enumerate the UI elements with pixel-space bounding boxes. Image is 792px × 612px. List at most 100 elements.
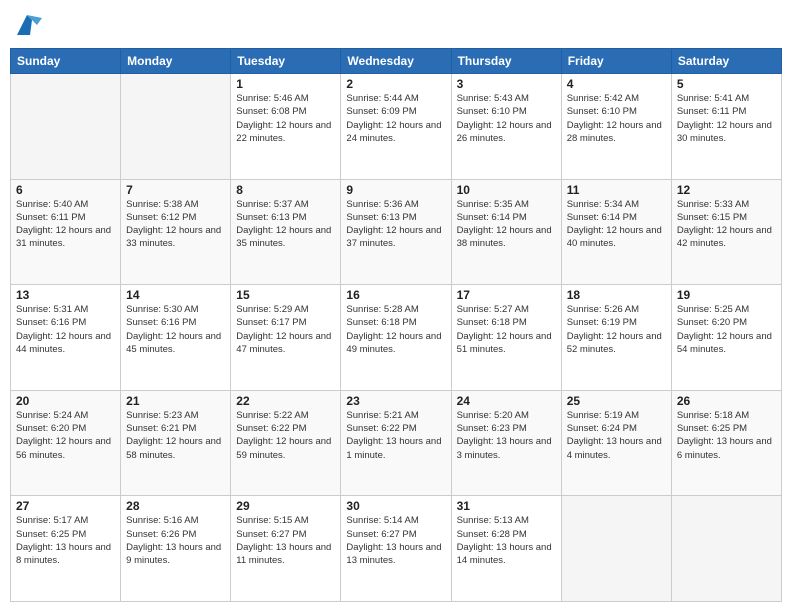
calendar-cell: 16Sunrise: 5:28 AM Sunset: 6:18 PM Dayli… — [341, 285, 451, 391]
calendar-cell: 17Sunrise: 5:27 AM Sunset: 6:18 PM Dayli… — [451, 285, 561, 391]
day-info: Sunrise: 5:27 AM Sunset: 6:18 PM Dayligh… — [457, 303, 556, 356]
calendar-row: 20Sunrise: 5:24 AM Sunset: 6:20 PM Dayli… — [11, 390, 782, 496]
calendar-cell: 5Sunrise: 5:41 AM Sunset: 6:11 PM Daylig… — [671, 74, 781, 180]
calendar-cell: 7Sunrise: 5:38 AM Sunset: 6:12 PM Daylig… — [121, 179, 231, 285]
calendar-cell — [561, 496, 671, 602]
day-info: Sunrise: 5:37 AM Sunset: 6:13 PM Dayligh… — [236, 198, 335, 251]
day-number: 9 — [346, 183, 445, 197]
day-number: 11 — [567, 183, 666, 197]
day-info: Sunrise: 5:26 AM Sunset: 6:19 PM Dayligh… — [567, 303, 666, 356]
day-number: 31 — [457, 499, 556, 513]
header — [10, 10, 782, 40]
day-number: 5 — [677, 77, 776, 91]
day-info: Sunrise: 5:35 AM Sunset: 6:14 PM Dayligh… — [457, 198, 556, 251]
day-info: Sunrise: 5:13 AM Sunset: 6:28 PM Dayligh… — [457, 514, 556, 567]
day-info: Sunrise: 5:29 AM Sunset: 6:17 PM Dayligh… — [236, 303, 335, 356]
calendar-cell: 13Sunrise: 5:31 AM Sunset: 6:16 PM Dayli… — [11, 285, 121, 391]
day-info: Sunrise: 5:44 AM Sunset: 6:09 PM Dayligh… — [346, 92, 445, 145]
day-number: 17 — [457, 288, 556, 302]
calendar-cell: 12Sunrise: 5:33 AM Sunset: 6:15 PM Dayli… — [671, 179, 781, 285]
day-info: Sunrise: 5:38 AM Sunset: 6:12 PM Dayligh… — [126, 198, 225, 251]
calendar-cell: 29Sunrise: 5:15 AM Sunset: 6:27 PM Dayli… — [231, 496, 341, 602]
calendar-cell: 24Sunrise: 5:20 AM Sunset: 6:23 PM Dayli… — [451, 390, 561, 496]
day-number: 8 — [236, 183, 335, 197]
day-info: Sunrise: 5:42 AM Sunset: 6:10 PM Dayligh… — [567, 92, 666, 145]
calendar-row: 1Sunrise: 5:46 AM Sunset: 6:08 PM Daylig… — [11, 74, 782, 180]
day-number: 1 — [236, 77, 335, 91]
day-info: Sunrise: 5:30 AM Sunset: 6:16 PM Dayligh… — [126, 303, 225, 356]
day-number: 27 — [16, 499, 115, 513]
calendar-cell: 28Sunrise: 5:16 AM Sunset: 6:26 PM Dayli… — [121, 496, 231, 602]
day-info: Sunrise: 5:34 AM Sunset: 6:14 PM Dayligh… — [567, 198, 666, 251]
day-info: Sunrise: 5:20 AM Sunset: 6:23 PM Dayligh… — [457, 409, 556, 462]
day-info: Sunrise: 5:36 AM Sunset: 6:13 PM Dayligh… — [346, 198, 445, 251]
day-info: Sunrise: 5:17 AM Sunset: 6:25 PM Dayligh… — [16, 514, 115, 567]
calendar-cell: 6Sunrise: 5:40 AM Sunset: 6:11 PM Daylig… — [11, 179, 121, 285]
calendar-cell: 21Sunrise: 5:23 AM Sunset: 6:21 PM Dayli… — [121, 390, 231, 496]
calendar-cell: 4Sunrise: 5:42 AM Sunset: 6:10 PM Daylig… — [561, 74, 671, 180]
day-number: 18 — [567, 288, 666, 302]
calendar-row: 13Sunrise: 5:31 AM Sunset: 6:16 PM Dayli… — [11, 285, 782, 391]
day-info: Sunrise: 5:31 AM Sunset: 6:16 PM Dayligh… — [16, 303, 115, 356]
day-info: Sunrise: 5:41 AM Sunset: 6:11 PM Dayligh… — [677, 92, 776, 145]
day-number: 29 — [236, 499, 335, 513]
calendar-cell: 18Sunrise: 5:26 AM Sunset: 6:19 PM Dayli… — [561, 285, 671, 391]
weekday-header: Wednesday — [341, 49, 451, 74]
day-info: Sunrise: 5:46 AM Sunset: 6:08 PM Dayligh… — [236, 92, 335, 145]
day-info: Sunrise: 5:25 AM Sunset: 6:20 PM Dayligh… — [677, 303, 776, 356]
day-number: 16 — [346, 288, 445, 302]
logo-icon — [12, 10, 42, 40]
weekday-header: Tuesday — [231, 49, 341, 74]
day-number: 24 — [457, 394, 556, 408]
day-info: Sunrise: 5:40 AM Sunset: 6:11 PM Dayligh… — [16, 198, 115, 251]
day-number: 10 — [457, 183, 556, 197]
day-info: Sunrise: 5:21 AM Sunset: 6:22 PM Dayligh… — [346, 409, 445, 462]
page: SundayMondayTuesdayWednesdayThursdayFrid… — [0, 0, 792, 612]
calendar-row: 6Sunrise: 5:40 AM Sunset: 6:11 PM Daylig… — [11, 179, 782, 285]
calendar-cell — [11, 74, 121, 180]
calendar-cell: 10Sunrise: 5:35 AM Sunset: 6:14 PM Dayli… — [451, 179, 561, 285]
day-number: 2 — [346, 77, 445, 91]
day-info: Sunrise: 5:24 AM Sunset: 6:20 PM Dayligh… — [16, 409, 115, 462]
day-number: 19 — [677, 288, 776, 302]
weekday-header: Friday — [561, 49, 671, 74]
calendar-cell: 1Sunrise: 5:46 AM Sunset: 6:08 PM Daylig… — [231, 74, 341, 180]
day-number: 7 — [126, 183, 225, 197]
day-info: Sunrise: 5:22 AM Sunset: 6:22 PM Dayligh… — [236, 409, 335, 462]
day-number: 3 — [457, 77, 556, 91]
calendar-cell: 20Sunrise: 5:24 AM Sunset: 6:20 PM Dayli… — [11, 390, 121, 496]
weekday-header: Saturday — [671, 49, 781, 74]
logo — [10, 10, 42, 40]
day-info: Sunrise: 5:14 AM Sunset: 6:27 PM Dayligh… — [346, 514, 445, 567]
weekday-header: Monday — [121, 49, 231, 74]
calendar-header-row: SundayMondayTuesdayWednesdayThursdayFrid… — [11, 49, 782, 74]
day-number: 28 — [126, 499, 225, 513]
calendar-cell: 9Sunrise: 5:36 AM Sunset: 6:13 PM Daylig… — [341, 179, 451, 285]
day-number: 25 — [567, 394, 666, 408]
day-number: 23 — [346, 394, 445, 408]
calendar-cell: 14Sunrise: 5:30 AM Sunset: 6:16 PM Dayli… — [121, 285, 231, 391]
calendar-cell: 15Sunrise: 5:29 AM Sunset: 6:17 PM Dayli… — [231, 285, 341, 391]
calendar-cell: 19Sunrise: 5:25 AM Sunset: 6:20 PM Dayli… — [671, 285, 781, 391]
calendar-cell — [671, 496, 781, 602]
weekday-header: Thursday — [451, 49, 561, 74]
calendar-cell: 30Sunrise: 5:14 AM Sunset: 6:27 PM Dayli… — [341, 496, 451, 602]
calendar-cell: 22Sunrise: 5:22 AM Sunset: 6:22 PM Dayli… — [231, 390, 341, 496]
day-info: Sunrise: 5:18 AM Sunset: 6:25 PM Dayligh… — [677, 409, 776, 462]
day-info: Sunrise: 5:15 AM Sunset: 6:27 PM Dayligh… — [236, 514, 335, 567]
day-info: Sunrise: 5:28 AM Sunset: 6:18 PM Dayligh… — [346, 303, 445, 356]
day-number: 26 — [677, 394, 776, 408]
day-info: Sunrise: 5:33 AM Sunset: 6:15 PM Dayligh… — [677, 198, 776, 251]
day-info: Sunrise: 5:23 AM Sunset: 6:21 PM Dayligh… — [126, 409, 225, 462]
day-number: 30 — [346, 499, 445, 513]
day-number: 22 — [236, 394, 335, 408]
day-number: 6 — [16, 183, 115, 197]
day-number: 13 — [16, 288, 115, 302]
calendar-cell: 25Sunrise: 5:19 AM Sunset: 6:24 PM Dayli… — [561, 390, 671, 496]
calendar-cell — [121, 74, 231, 180]
day-number: 14 — [126, 288, 225, 302]
calendar-row: 27Sunrise: 5:17 AM Sunset: 6:25 PM Dayli… — [11, 496, 782, 602]
day-number: 4 — [567, 77, 666, 91]
weekday-header: Sunday — [11, 49, 121, 74]
calendar-cell: 2Sunrise: 5:44 AM Sunset: 6:09 PM Daylig… — [341, 74, 451, 180]
